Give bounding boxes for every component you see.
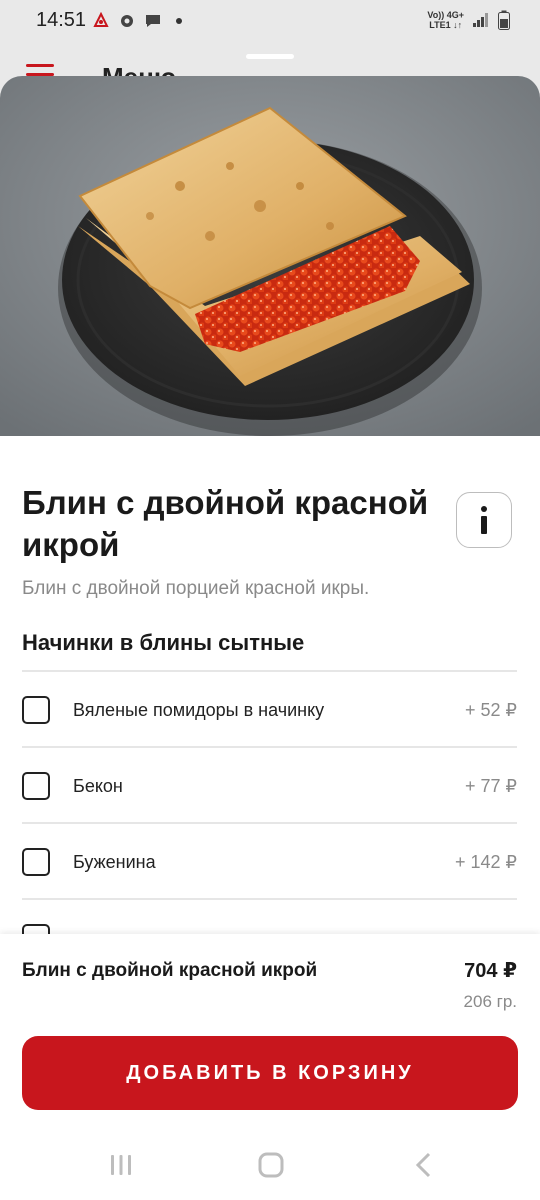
options-list: Вяленые помидоры в начинку + 52 ₽ Бекон …	[22, 672, 517, 976]
system-status: Vo)) 4G+ LTE1 ↓↑	[427, 10, 510, 30]
option-price: + 52 ₽	[465, 700, 517, 720]
status-bar: 14:51 Vo)) 4G+ LTE1 ↓↑	[0, 0, 540, 44]
home-icon	[258, 1152, 284, 1178]
option-price: + 142 ₽	[455, 852, 517, 872]
recent-apps-button[interactable]	[101, 1150, 141, 1180]
summary-weight: 206 гр.	[463, 992, 517, 1011]
option-checkbox[interactable]	[22, 772, 50, 800]
product-title: Блин с двойной красной икрой	[22, 484, 429, 563]
summary-product-name: Блин с двойной красной икрой	[22, 960, 318, 981]
more-notifications-dot	[176, 18, 182, 24]
option-label: Бекон	[73, 776, 123, 796]
system-navigation-bar	[0, 1128, 540, 1200]
network-indicator: Vo)) 4G+ LTE1 ↓↑	[427, 10, 464, 30]
back-button[interactable]	[404, 1150, 444, 1180]
info-button[interactable]	[456, 492, 512, 548]
status-time: 14:51	[36, 9, 87, 31]
battery-icon	[498, 10, 510, 30]
home-button[interactable]	[251, 1150, 291, 1180]
option-checkbox[interactable]	[22, 848, 50, 876]
sheet-drag-handle[interactable]	[246, 54, 294, 59]
option-price: + 77 ₽	[465, 776, 517, 796]
recent-apps-icon	[111, 1155, 131, 1175]
product-image	[0, 76, 540, 436]
back-icon	[415, 1152, 431, 1178]
product-sheet: Блин с двойной красной икрой Блин с двой…	[0, 76, 540, 1200]
signal-icon	[473, 13, 488, 27]
info-icon	[481, 506, 487, 534]
option-checkbox[interactable]	[22, 696, 50, 724]
option-label: Вяленые помидоры в начинку	[73, 700, 325, 720]
option-row[interactable]: Бекон + 77 ₽	[22, 748, 517, 824]
option-label: Буженина	[73, 852, 156, 872]
app-notification-icon	[93, 12, 109, 27]
option-row[interactable]: Буженина + 142 ₽	[22, 824, 517, 900]
options-section-title: Начинки в блины сытные	[22, 630, 305, 655]
summary-price: 704 ₽	[464, 960, 517, 982]
add-to-cart-button[interactable]: ДОБАВИТЬ В КОРЗИНУ	[22, 1036, 518, 1110]
product-description: Блин с двойной порцией красной икры.	[22, 578, 370, 599]
message-icon	[146, 15, 160, 27]
vpn-icon	[121, 15, 133, 27]
notification-icons	[92, 12, 182, 30]
option-row[interactable]: Вяленые помидоры в начинку + 52 ₽	[22, 672, 517, 748]
